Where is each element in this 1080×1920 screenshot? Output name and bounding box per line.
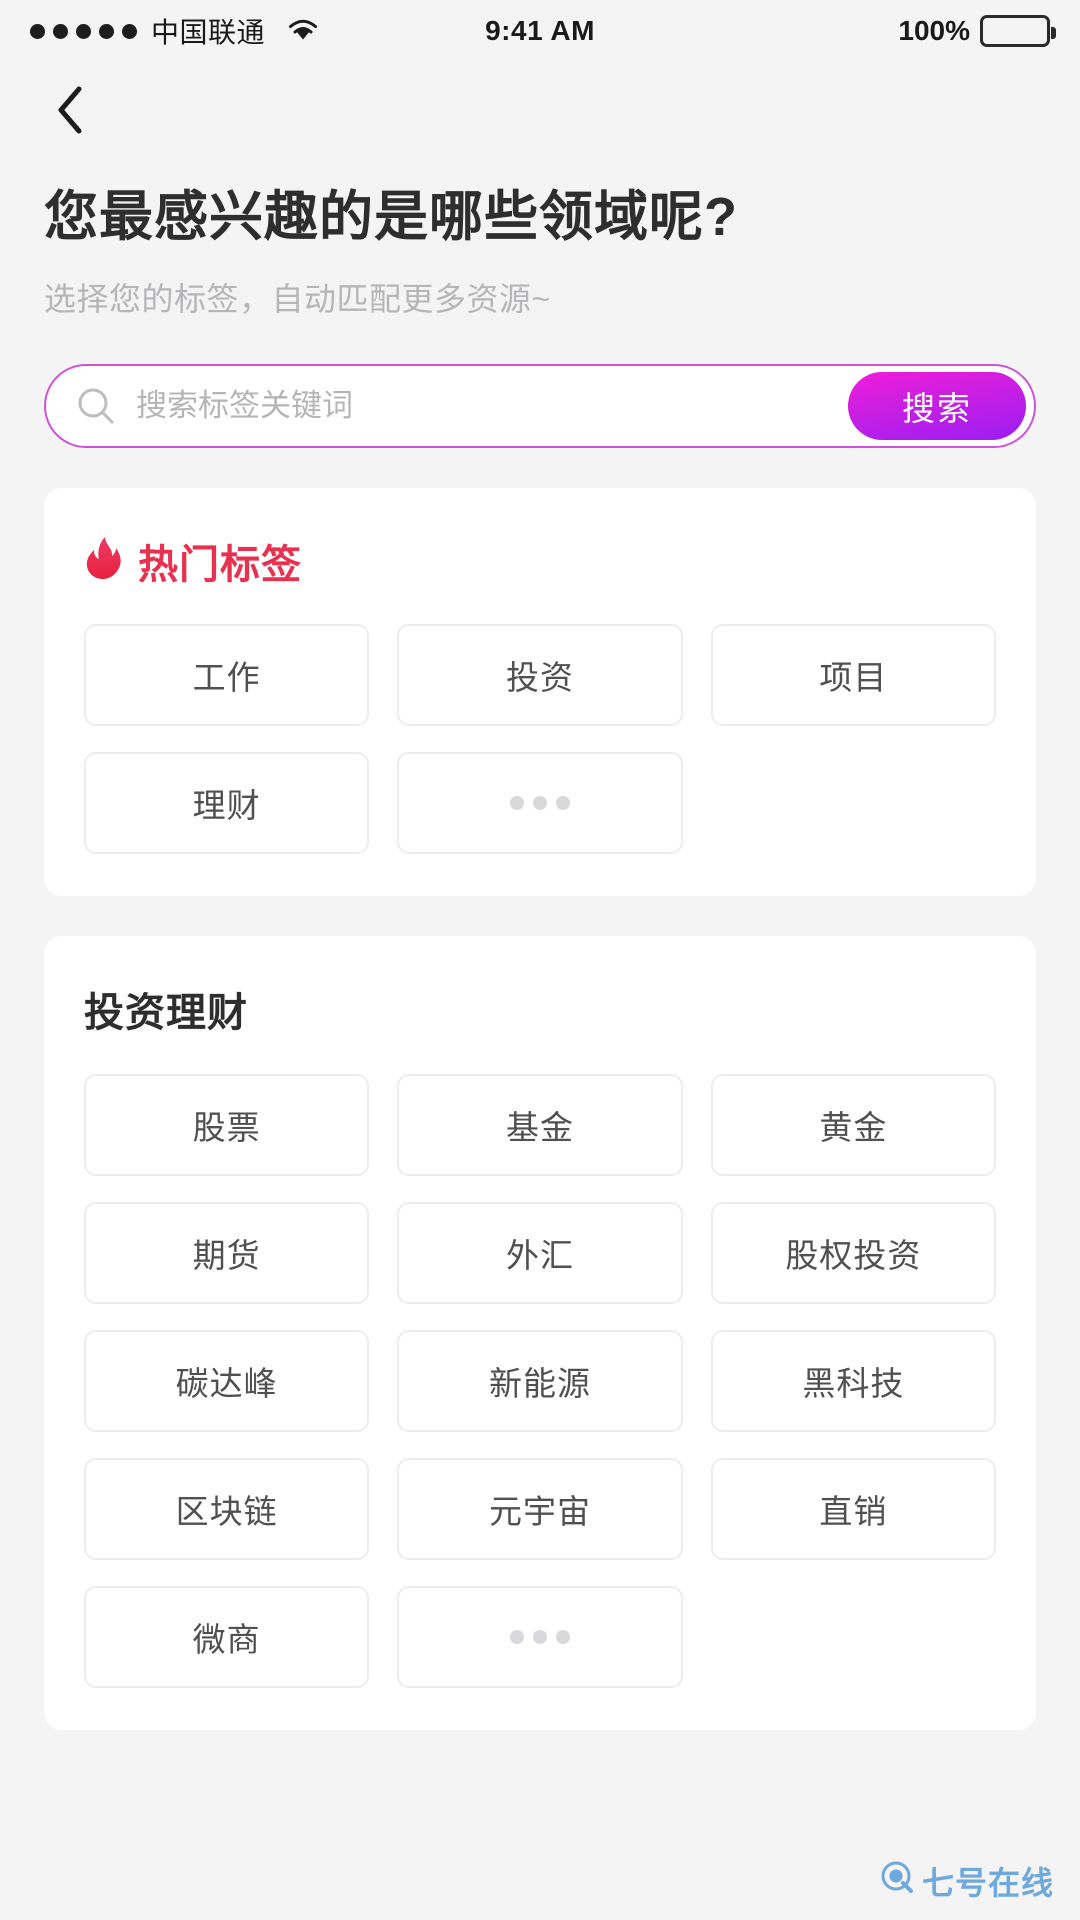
tag-chip[interactable]: 元宇宙 — [397, 1457, 683, 1560]
tag-chip[interactable]: 股权投资 — [710, 1201, 996, 1304]
watermark: 七号在线 — [880, 1858, 1054, 1904]
wifi-icon — [283, 14, 323, 49]
watermark-label: 七号在线 — [921, 1865, 1054, 1901]
q-logo-icon — [880, 1860, 914, 1902]
search-icon — [74, 384, 118, 428]
status-bar-right: 100% — [595, 15, 1057, 47]
tag-chip[interactable]: 微商 — [84, 1585, 370, 1688]
invest-tags-grid: 股票 基金 黄金 期货 外汇 股权投资 碳达峰 新能源 黑科技 区块链 元宇宙 … — [84, 1073, 996, 1688]
tag-chip[interactable]: 区块链 — [84, 1457, 370, 1560]
tag-chip[interactable]: 期货 — [84, 1201, 370, 1304]
search-bar[interactable]: 搜索 — [44, 363, 1036, 448]
tag-chip[interactable]: 投资 — [397, 623, 683, 726]
signal-strength-icon — [30, 23, 137, 39]
tag-chip[interactable]: 理财 — [84, 751, 370, 854]
battery-icon — [980, 15, 1057, 47]
tag-chip[interactable]: 基金 — [397, 1073, 683, 1176]
chevron-left-icon — [58, 86, 82, 134]
tag-chip[interactable]: 碳达峰 — [84, 1329, 370, 1432]
carrier-label: 中国联通 — [151, 17, 266, 48]
tag-chip[interactable]: 外汇 — [397, 1201, 683, 1304]
tag-chip[interactable]: 工作 — [84, 623, 370, 726]
page-title: 您最感兴趣的是哪些领域呢? — [44, 187, 738, 247]
search-button[interactable]: 搜索 — [848, 371, 1026, 440]
header-block: 您最感兴趣的是哪些领域呢? 选择您的标签，自动匹配更多资源~ — [0, 158, 1080, 320]
page-subtitle: 选择您的标签，自动匹配更多资源~ — [44, 280, 551, 317]
hot-tags-header: 热门标签 — [84, 532, 996, 590]
tag-chip[interactable]: 直销 — [710, 1457, 996, 1560]
invest-tags-card: 投资理财 股票 基金 黄金 期货 外汇 股权投资 碳达峰 新能源 黑科技 区块链… — [44, 935, 1036, 1730]
hot-tags-more-button[interactable] — [397, 751, 683, 854]
flame-icon — [84, 535, 124, 586]
tag-chip[interactable]: 项目 — [710, 623, 996, 726]
hot-tags-title: 热门标签 — [138, 542, 302, 587]
tag-chip[interactable]: 黑科技 — [710, 1329, 996, 1432]
tag-chip[interactable]: 新能源 — [397, 1329, 683, 1432]
status-bar: 中国联通 9:41 AM 100% — [0, 0, 1080, 62]
back-button[interactable] — [38, 78, 102, 142]
hot-tags-card: 热门标签 工作 投资 项目 理财 — [44, 487, 1036, 896]
search-input[interactable] — [136, 387, 848, 424]
clock-label: 9:41 AM — [485, 15, 595, 46]
battery-percent-label: 100% — [898, 15, 971, 46]
nav-bar — [0, 62, 1080, 158]
app-screen: 中国联通 9:41 AM 100% 您最感兴趣的是哪些领域呢? 选择您的标签，自… — [0, 0, 1080, 1920]
tag-chip[interactable]: 黄金 — [710, 1073, 996, 1176]
invest-tags-title: 投资理财 — [84, 990, 248, 1035]
search-section: 搜索 — [0, 320, 1080, 448]
invest-tags-more-button[interactable] — [397, 1585, 683, 1688]
hot-tags-grid: 工作 投资 项目 理财 — [84, 623, 996, 854]
status-bar-left: 中国联通 — [30, 11, 485, 51]
tag-chip[interactable]: 股票 — [84, 1073, 370, 1176]
